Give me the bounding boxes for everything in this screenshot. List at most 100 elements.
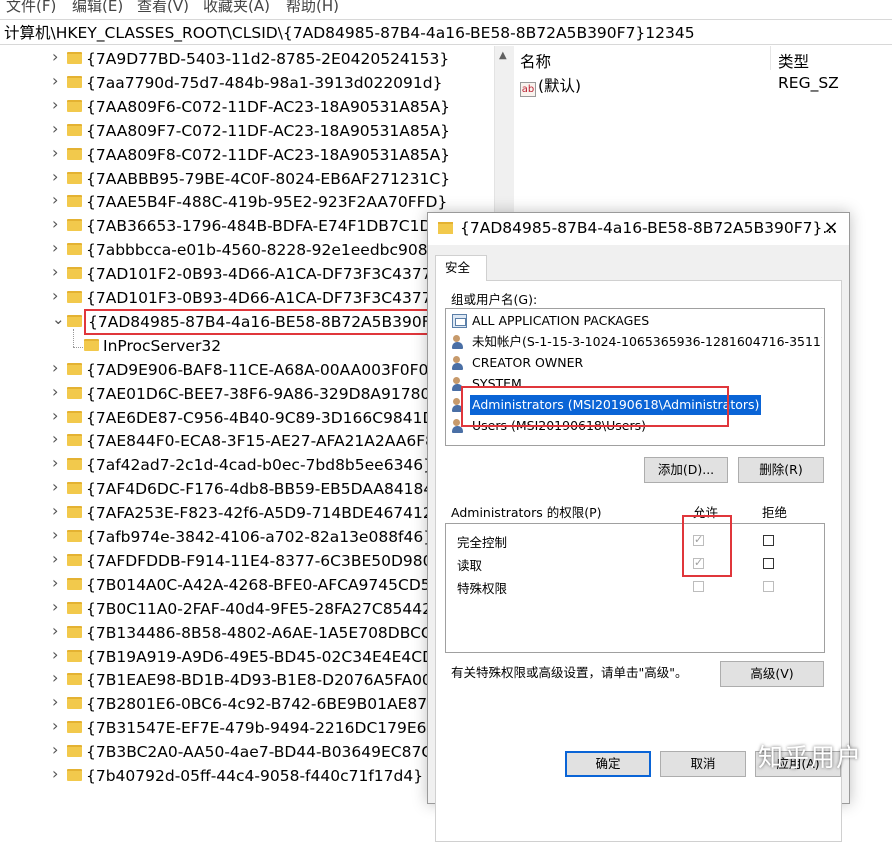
tree-item-label: {7AFDFDDB-F914-11E4-8377-6C3BE50D980C} [86, 551, 454, 570]
user-list-item[interactable]: SYSTEM [448, 374, 822, 394]
chevron-right-icon[interactable]: › [52, 692, 62, 711]
address-bar[interactable]: 计算机\HKEY_CLASSES_ROOT\CLSID\{7AD84985-87… [0, 19, 892, 45]
advanced-button[interactable]: 高级(V) [720, 661, 824, 687]
chevron-right-icon[interactable]: › [52, 573, 62, 592]
chevron-right-icon[interactable]: › [52, 286, 62, 305]
value-row[interactable]: ab (默认) [520, 74, 581, 97]
folder-icon [67, 314, 82, 327]
tree-item[interactable]: › {7B014A0C-A42A-4268-BFE0-AFCA9745CD53} [0, 573, 494, 597]
user-list-item[interactable]: 未知帐户(S-1-15-3-1024-1065365936-1281604716… [448, 332, 822, 352]
chevron-right-icon[interactable]: › [52, 262, 62, 281]
chevron-right-icon[interactable]: › [52, 621, 62, 640]
tree-item[interactable]: › {7aa7790d-75d7-484b-98a1-3913d022091d} [0, 71, 494, 95]
chevron-right-icon[interactable]: › [52, 716, 62, 735]
tab-security[interactable]: 安全 [435, 255, 487, 281]
chevron-right-icon[interactable]: › [52, 382, 62, 401]
chevron-right-icon[interactable]: › [52, 214, 62, 233]
user-list-item[interactable]: ALL APPLICATION PACKAGES [448, 311, 822, 331]
tree-item-label: {7AAE5B4F-488C-419b-95E2-923F2AA70FFD} [86, 193, 448, 212]
user-icon [452, 335, 467, 349]
chevron-down-icon[interactable]: ⌄ [52, 310, 65, 328]
user-list-item[interactable]: Administrators (MSI20190618\Administrato… [448, 395, 822, 415]
chevron-right-icon[interactable]: › [52, 501, 62, 520]
folder-icon [67, 721, 82, 734]
tree-item[interactable]: › {7AD9E906-BAF8-11CE-A68A-00AA003F0F07} [0, 358, 494, 382]
user-list[interactable]: ALL APPLICATION PACKAGES 未知帐户(S-1-15-3-10… [445, 308, 825, 446]
tree-item[interactable]: › {7AD101F2-0B93-4D66-A1CA-DF73F3C4377B} [0, 262, 494, 286]
tree-item[interactable]: › {7afb974e-3842-4106-a702-82a13e088f46} [0, 525, 494, 549]
user-list-item[interactable]: Users (MSI20190618\Users) [448, 416, 822, 436]
tree-item[interactable]: › {7B134486-8B58-4802-A6AE-1A5E708DBCC6} [0, 621, 494, 645]
tree-item[interactable]: › {7af42ad7-2c1d-4cad-b0ec-7bd8b5ee6346} [0, 453, 494, 477]
tree-item[interactable]: ⌄ {7AD84985-87B4-4a16-BE58-8B72A5B390F7} [0, 308, 494, 335]
tree-item[interactable]: › {7B1EAE98-BD1B-4D93-B1E8-D2076A5FA00A} [0, 668, 494, 692]
tree-item[interactable]: › {7AA809F8-C072-11DF-AC23-18A90531A85A} [0, 143, 494, 167]
tree-item[interactable]: › {7B2801E6-0BC6-4c92-B742-6BE9B01AE874} [0, 692, 494, 716]
allow-checkbox[interactable] [693, 533, 704, 546]
deny-checkbox[interactable] [763, 535, 774, 546]
tree-item[interactable]: › {7AF4D6DC-F176-4db8-BB59-EB5DAA841844} [0, 477, 494, 501]
chevron-right-icon[interactable]: › [52, 740, 62, 759]
tree-item[interactable]: › {7AE844F0-ECA8-3F15-AE27-AFA21A2AA6F8} [0, 429, 494, 453]
chevron-right-icon[interactable]: › [52, 525, 62, 544]
chevron-right-icon[interactable]: › [52, 477, 62, 496]
column-header-type[interactable]: 类型 [778, 50, 809, 72]
chevron-right-icon[interactable]: › [52, 71, 62, 90]
chevron-right-icon[interactable]: › [52, 645, 62, 664]
remove-button[interactable]: 删除(R) [738, 457, 824, 483]
deny-checkbox[interactable] [763, 581, 774, 592]
tree-item[interactable]: › {7AFA253E-F823-42f6-A5D9-714BDE467412} [0, 501, 494, 525]
tree-item[interactable]: › {7AA809F7-C072-11DF-AC23-18A90531A85A} [0, 119, 494, 143]
dialog-titlebar[interactable]: {7AD84985-87B4-4a16-BE58-8B72A5B390F7}..… [428, 213, 849, 245]
user-list-item[interactable]: CREATOR OWNER [448, 353, 822, 373]
tree-item[interactable]: › {7AFDFDDB-F914-11E4-8377-6C3BE50D980C} [0, 549, 494, 573]
menu-favorites[interactable]: 收藏夹(A) [203, 0, 270, 16]
chevron-right-icon[interactable]: › [52, 143, 62, 162]
tree-item[interactable]: › {7abbbcca-e01b-4560-8228-92e1eedbc908} [0, 238, 494, 262]
tree-item[interactable]: › {7AD101F3-0B93-4D66-A1CA-DF73F3C4377B} [0, 286, 494, 310]
ok-button[interactable]: 确定 [565, 751, 651, 777]
column-header-name[interactable]: 名称 [520, 50, 551, 72]
chevron-right-icon[interactable]: › [52, 190, 62, 209]
add-button[interactable]: 添加(D)... [644, 457, 728, 483]
chevron-right-icon[interactable]: › [52, 429, 62, 448]
menu-edit[interactable]: 编辑(E) [72, 0, 123, 16]
chevron-right-icon[interactable]: › [52, 358, 62, 377]
column-separator[interactable] [770, 46, 771, 70]
folder-icon [67, 267, 82, 280]
close-icon[interactable]: × [820, 217, 842, 239]
scroll-up-icon[interactable]: ▲ [499, 50, 507, 61]
tree-item[interactable]: › {7AE01D6C-BEE7-38F6-9A86-329D8A917803} [0, 382, 494, 406]
tree-item[interactable]: InProcServer32 [0, 334, 494, 358]
chevron-right-icon[interactable]: › [52, 47, 62, 66]
tree-item[interactable]: › {7B3BC2A0-AA50-4ae7-BD44-B03649EC87C2} [0, 740, 494, 764]
tree-item[interactable]: › {7b40792d-05ff-44c4-9058-f440c71f17d4} [0, 764, 494, 787]
tree-item[interactable]: › {7AAE5B4F-488C-419b-95E2-923F2AA70FFD} [0, 190, 494, 214]
allow-checkbox[interactable] [693, 581, 704, 592]
chevron-right-icon[interactable]: › [52, 764, 62, 783]
chevron-right-icon[interactable]: › [52, 597, 62, 616]
menu-view[interactable]: 查看(V) [137, 0, 189, 16]
cancel-button[interactable]: 取消 [660, 751, 746, 777]
chevron-right-icon[interactable]: › [52, 238, 62, 257]
deny-checkbox[interactable] [763, 558, 774, 569]
tree-item[interactable]: › {7A9D77BD-5403-11d2-8785-2E0420524153} [0, 47, 494, 71]
tree-item[interactable]: › {7AABBB95-79BE-4C0F-8024-EB6AF271231C} [0, 167, 494, 191]
chevron-right-icon[interactable]: › [52, 668, 62, 687]
chevron-right-icon[interactable]: › [52, 95, 62, 114]
menu-file[interactable]: 文件(F) [6, 0, 56, 16]
tree-item[interactable]: › {7AB36653-1796-484B-BDFA-E74F1DB7C1DC} [0, 214, 494, 238]
tree-item[interactable]: › {7B0C11A0-2FAF-40d4-9FE5-28FA27C85442} [0, 597, 494, 621]
chevron-right-icon[interactable]: › [52, 119, 62, 138]
tree-item[interactable]: › {7B31547E-EF7E-479b-9494-2216DC179E61} [0, 716, 494, 740]
chevron-right-icon[interactable]: › [52, 453, 62, 472]
menu-help[interactable]: 帮助(H) [286, 0, 339, 16]
tree-item[interactable]: › {7B19A919-A9D6-49E5-BD45-02C34E4E4CD5} [0, 645, 494, 669]
allow-checkbox[interactable] [693, 556, 704, 569]
tree-item[interactable]: › {7AA809F6-C072-11DF-AC23-18A90531A85A} [0, 95, 494, 119]
tree-item[interactable]: › {7AE6DE87-C956-4B40-9C89-3D166C9841D3} [0, 406, 494, 430]
chevron-right-icon[interactable]: › [52, 167, 62, 186]
chevron-right-icon[interactable]: › [52, 549, 62, 568]
folder-icon [67, 243, 82, 256]
chevron-right-icon[interactable]: › [52, 406, 62, 425]
